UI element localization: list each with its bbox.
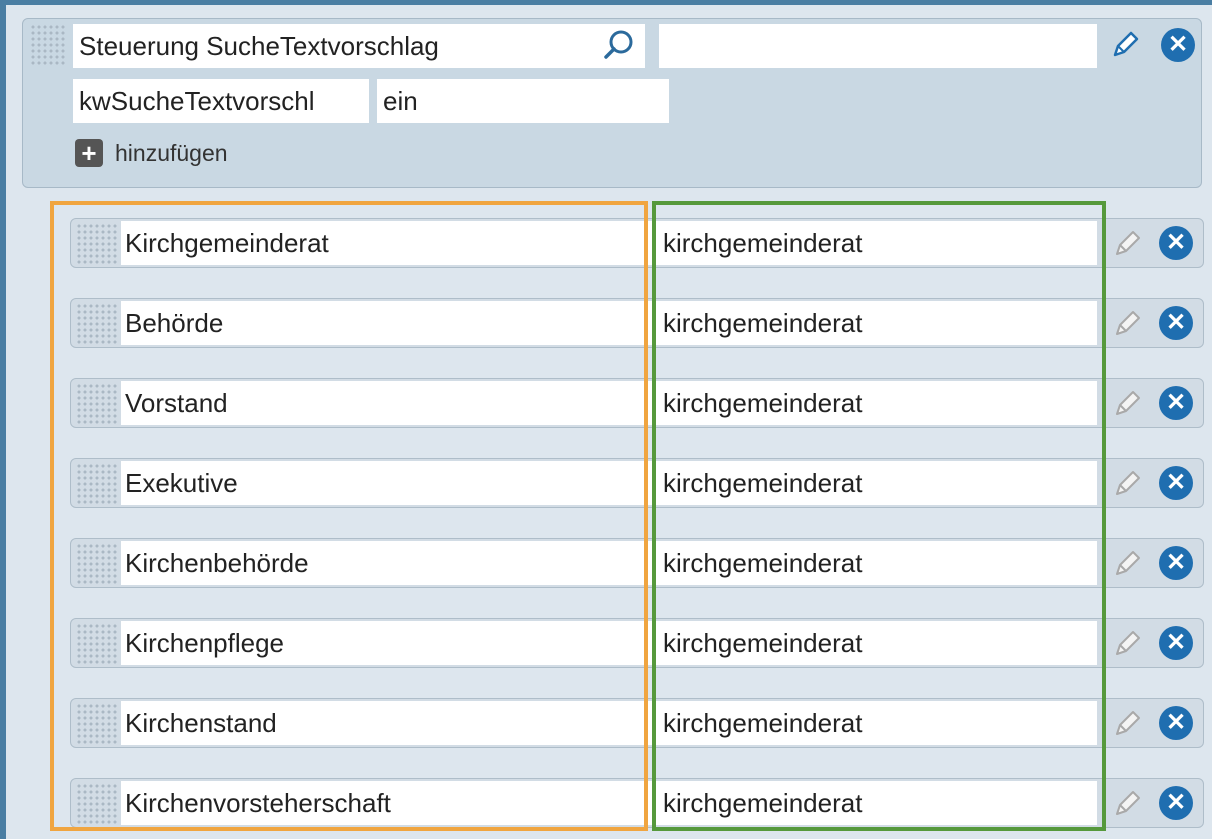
drag-handle-icon[interactable] (75, 302, 119, 346)
close-icon[interactable]: ✕ (1159, 466, 1193, 500)
synonym-field[interactable]: Exekutive (121, 461, 687, 505)
synonym-field[interactable]: Behörde (121, 301, 687, 345)
search-icon[interactable] (601, 27, 637, 63)
window-frame-top (0, 0, 1212, 5)
pencil-icon[interactable] (1111, 708, 1143, 740)
pencil-icon[interactable] (1111, 228, 1143, 260)
close-icon[interactable]: ✕ (1159, 386, 1193, 420)
target-field[interactable]: kirchgemeinderat (655, 781, 1097, 825)
synonym-field[interactable]: Kirchenstand (121, 701, 687, 745)
close-icon[interactable]: ✕ (1159, 786, 1193, 820)
list-item: Kirchenvorsteherschaft kirchgemeinderat … (70, 778, 1204, 828)
drag-handle-icon[interactable] (75, 622, 119, 666)
close-icon[interactable]: ✕ (1159, 626, 1193, 660)
list-item: Vorstand kirchgemeinderat ✕ (70, 378, 1204, 428)
drag-handle-icon[interactable] (75, 542, 119, 586)
rule-header-panel: Steuerung SucheTextvorschlag ✕ kwSucheTe… (22, 18, 1202, 188)
add-label: hinzufügen (115, 139, 228, 166)
pencil-icon[interactable] (1111, 628, 1143, 660)
window-frame-left (0, 0, 6, 839)
rule-value-field[interactable] (659, 24, 1097, 68)
plus-icon: + (75, 139, 103, 167)
target-field[interactable]: kirchgemeinderat (655, 381, 1097, 425)
pencil-icon[interactable] (1111, 308, 1143, 340)
list-item: Kirchgemeinderat kirchgemeinderat ✕ (70, 218, 1204, 268)
drag-handle-icon[interactable] (75, 702, 119, 746)
close-icon[interactable]: ✕ (1161, 28, 1195, 62)
drag-handle-icon[interactable] (75, 382, 119, 426)
synonym-field[interactable]: Kirchenpflege (121, 621, 687, 665)
target-field[interactable]: kirchgemeinderat (655, 221, 1097, 265)
list-item: Kirchenstand kirchgemeinderat ✕ (70, 698, 1204, 748)
synonym-field[interactable]: Vorstand (121, 381, 687, 425)
close-icon[interactable]: ✕ (1159, 306, 1193, 340)
target-field[interactable]: kirchgemeinderat (655, 701, 1097, 745)
synonym-field[interactable]: Kirchenbehörde (121, 541, 687, 585)
target-field[interactable]: kirchgemeinderat (655, 541, 1097, 585)
pencil-icon[interactable] (1111, 548, 1143, 580)
pencil-icon[interactable] (1111, 388, 1143, 420)
list-item: Exekutive kirchgemeinderat ✕ (70, 458, 1204, 508)
rule-name-field[interactable]: Steuerung SucheTextvorschlag (73, 24, 645, 68)
pencil-icon[interactable] (1109, 29, 1141, 61)
synonym-field[interactable]: Kirchenvorsteherschaft (121, 781, 687, 825)
pencil-icon[interactable] (1111, 788, 1143, 820)
pencil-icon[interactable] (1111, 468, 1143, 500)
drag-handle-icon[interactable] (29, 23, 65, 67)
drag-handle-icon[interactable] (75, 782, 119, 826)
parameter-value-field[interactable]: ein (377, 79, 669, 123)
parameter-key-field[interactable]: kwSucheTextvorschl (73, 79, 369, 123)
drag-handle-icon[interactable] (75, 222, 119, 266)
list-item: Behörde kirchgemeinderat ✕ (70, 298, 1204, 348)
synonym-field[interactable]: Kirchgemeinderat (121, 221, 687, 265)
target-field[interactable]: kirchgemeinderat (655, 301, 1097, 345)
drag-handle-icon[interactable] (75, 462, 119, 506)
close-icon[interactable]: ✕ (1159, 226, 1193, 260)
list-item: Kirchenpflege kirchgemeinderat ✕ (70, 618, 1204, 668)
list-item: Kirchenbehörde kirchgemeinderat ✕ (70, 538, 1204, 588)
close-icon[interactable]: ✕ (1159, 706, 1193, 740)
target-field[interactable]: kirchgemeinderat (655, 621, 1097, 665)
add-button[interactable]: + hinzufügen (75, 137, 228, 169)
target-field[interactable]: kirchgemeinderat (655, 461, 1097, 505)
close-icon[interactable]: ✕ (1159, 546, 1193, 580)
